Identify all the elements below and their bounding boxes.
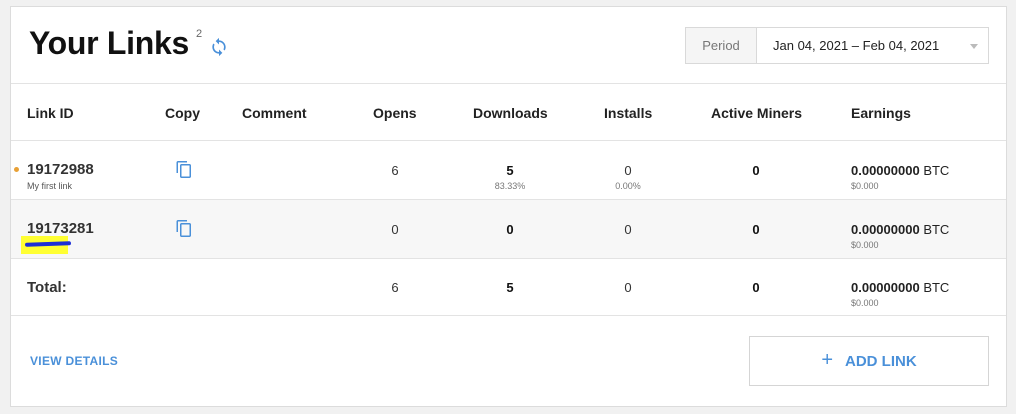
- copy-icon[interactable]: [175, 160, 193, 180]
- period-selector[interactable]: Period Jan 04, 2021 – Feb 04, 2021: [685, 27, 989, 64]
- opens-value: 6: [391, 163, 399, 178]
- page-title: Your Links: [29, 25, 189, 61]
- col-opens: Opens: [373, 105, 417, 121]
- add-link-button[interactable]: + ADD LINK: [749, 336, 989, 386]
- earnings-usd: $0.000: [851, 181, 879, 191]
- total-downloads: 5: [506, 280, 514, 295]
- total-active-miners: 0: [752, 280, 760, 295]
- view-details-link[interactable]: VIEW DETAILS: [30, 354, 118, 368]
- col-active-miners: Active Miners: [711, 105, 803, 121]
- add-link-label: ADD LINK: [845, 352, 917, 370]
- total-earnings-unit: BTC: [923, 280, 950, 295]
- earnings-value: 0.00000000 BTC: [851, 222, 949, 237]
- col-comment: Comment: [242, 105, 307, 121]
- links-card: Your Links 2 Period Jan 04, 2021 – Feb 0…: [10, 6, 1007, 407]
- links-header: Your Links 2 Period Jan 04, 2021 – Feb 0…: [11, 7, 1006, 84]
- copy-icon[interactable]: [175, 219, 193, 239]
- total-earnings-amount: 0.00000000: [851, 280, 920, 295]
- opens-value: 0: [391, 222, 399, 237]
- period-label: Period: [686, 28, 757, 63]
- table-row: 19172988 My first link 6 5 83.33% 0 0.00…: [11, 141, 1006, 200]
- downloads-value: 0: [506, 222, 514, 237]
- installs-percent: 0.00%: [615, 181, 641, 191]
- active-miners-value: 0: [752, 222, 760, 237]
- col-copy: Copy: [165, 105, 200, 121]
- col-installs: Installs: [604, 105, 653, 121]
- earnings-unit: BTC: [923, 163, 950, 178]
- table-header: Link ID Copy Comment Opens Downloads Ins…: [11, 84, 1006, 141]
- link-id: 19172988: [27, 161, 94, 178]
- earnings-value: 0.00000000 BTC: [851, 163, 949, 178]
- chevron-down-icon[interactable]: [970, 44, 978, 49]
- link-comment: My first link: [27, 181, 72, 191]
- refresh-icon[interactable]: [209, 37, 229, 57]
- active-miners-value: 0: [752, 163, 760, 178]
- plus-icon: +: [821, 348, 833, 371]
- col-downloads: Downloads: [473, 105, 548, 121]
- total-label: Total:: [27, 279, 67, 296]
- link-id: 19173281: [27, 220, 94, 237]
- table-row: 19173281 0 0 0 0 0.00000000 BTC $0.000: [11, 200, 1006, 259]
- earnings-amount: 0.00000000: [851, 222, 920, 237]
- downloads-percent: 83.33%: [494, 181, 526, 191]
- col-link-id: Link ID: [27, 105, 74, 121]
- total-opens: 6: [391, 280, 399, 295]
- col-earnings: Earnings: [851, 105, 911, 121]
- table-total-row: Total: 6 5 0 0 0.00000000 BTC $0.000: [11, 259, 1006, 316]
- total-earnings-usd: $0.000: [851, 298, 879, 308]
- period-value[interactable]: Jan 04, 2021 – Feb 04, 2021: [757, 28, 988, 63]
- status-dot: [14, 167, 19, 172]
- total-earnings: 0.00000000 BTC: [851, 280, 949, 295]
- title-count-badge: 2: [196, 28, 203, 40]
- total-installs: 0: [624, 280, 632, 295]
- earnings-amount: 0.00000000: [851, 163, 920, 178]
- installs-value: 0: [624, 163, 632, 178]
- earnings-usd: $0.000: [851, 240, 879, 250]
- earnings-unit: BTC: [923, 222, 950, 237]
- downloads-value: 5: [506, 163, 514, 178]
- installs-value: 0: [624, 222, 632, 237]
